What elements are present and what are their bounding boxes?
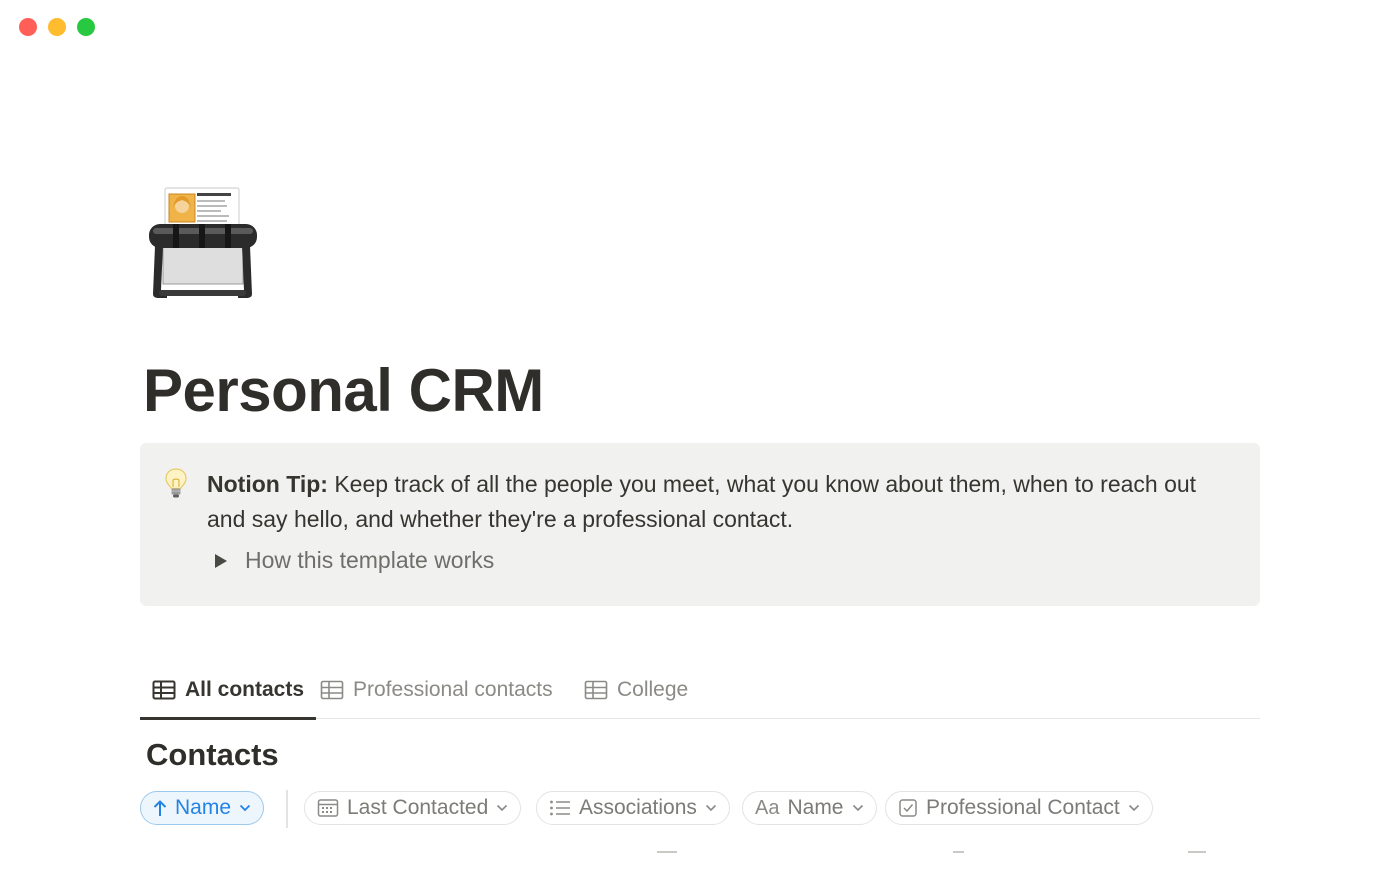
database-title[interactable]: Contacts (146, 737, 279, 773)
tab-professional-contacts[interactable]: Professional contacts (320, 662, 553, 718)
filter-last-contacted[interactable]: Last Contacted (304, 791, 522, 825)
content-divider (953, 851, 964, 853)
list-icon (550, 800, 570, 816)
sort-label: Name (175, 796, 232, 819)
tab-label: All contacts (185, 678, 305, 701)
table-icon (320, 680, 344, 700)
content-divider (1188, 851, 1206, 853)
chevron-down-icon (497, 804, 508, 812)
card-file-rolodex-icon[interactable] (145, 186, 260, 301)
filter-label: Last Contacted (347, 796, 489, 819)
lightbulb-icon (165, 468, 187, 498)
filter-label: Professional Contact (926, 796, 1120, 819)
text-property-icon: Aa (755, 796, 780, 819)
callout-bold-label: Notion Tip: (207, 471, 328, 497)
checkbox-icon (899, 799, 917, 817)
sort-name-ascending-pill[interactable]: Name (140, 791, 265, 825)
how-template-works-toggle[interactable]: How this template works (215, 547, 494, 574)
filter-label: Name (787, 796, 844, 819)
filter-name[interactable]: Aa Name (742, 791, 877, 825)
tab-all-contacts[interactable]: All contacts (140, 662, 317, 720)
app-window: Personal CRM Notion Tip: Keep track of a… (0, 0, 1400, 875)
tab-college[interactable]: College (584, 662, 688, 718)
window-controls (19, 18, 95, 36)
table-icon (584, 680, 608, 700)
toggle-label: How this template works (245, 547, 495, 573)
chevron-down-icon (852, 804, 863, 812)
toggle-triangle-icon[interactable] (215, 553, 227, 568)
filter-label: Associations (579, 796, 697, 819)
tip-callout: Notion Tip: Keep track of all the people… (140, 443, 1260, 606)
calendar-icon (317, 799, 339, 817)
maximize-window-button[interactable] (77, 18, 95, 36)
chevron-down-icon (239, 804, 251, 812)
chevron-down-icon (1128, 804, 1139, 812)
minimize-window-button[interactable] (48, 18, 66, 36)
close-window-button[interactable] (19, 18, 37, 36)
table-icon (152, 680, 176, 700)
filter-associations[interactable]: Associations (536, 791, 730, 825)
arrow-up-icon (153, 800, 167, 816)
database-view-tabs: All contacts Professional contacts Colle… (140, 662, 1260, 720)
callout-text: Notion Tip: Keep track of all the people… (207, 467, 1237, 537)
chevron-down-icon (705, 804, 716, 812)
page-title: Personal CRM (143, 357, 544, 424)
content-divider (657, 851, 677, 853)
filter-separator (286, 790, 288, 828)
tab-label: College (617, 678, 689, 701)
callout-body: Keep track of all the people you meet, w… (207, 471, 1197, 532)
filter-professional-contact[interactable]: Professional Contact (885, 791, 1153, 825)
tab-label: Professional contacts (353, 678, 553, 701)
